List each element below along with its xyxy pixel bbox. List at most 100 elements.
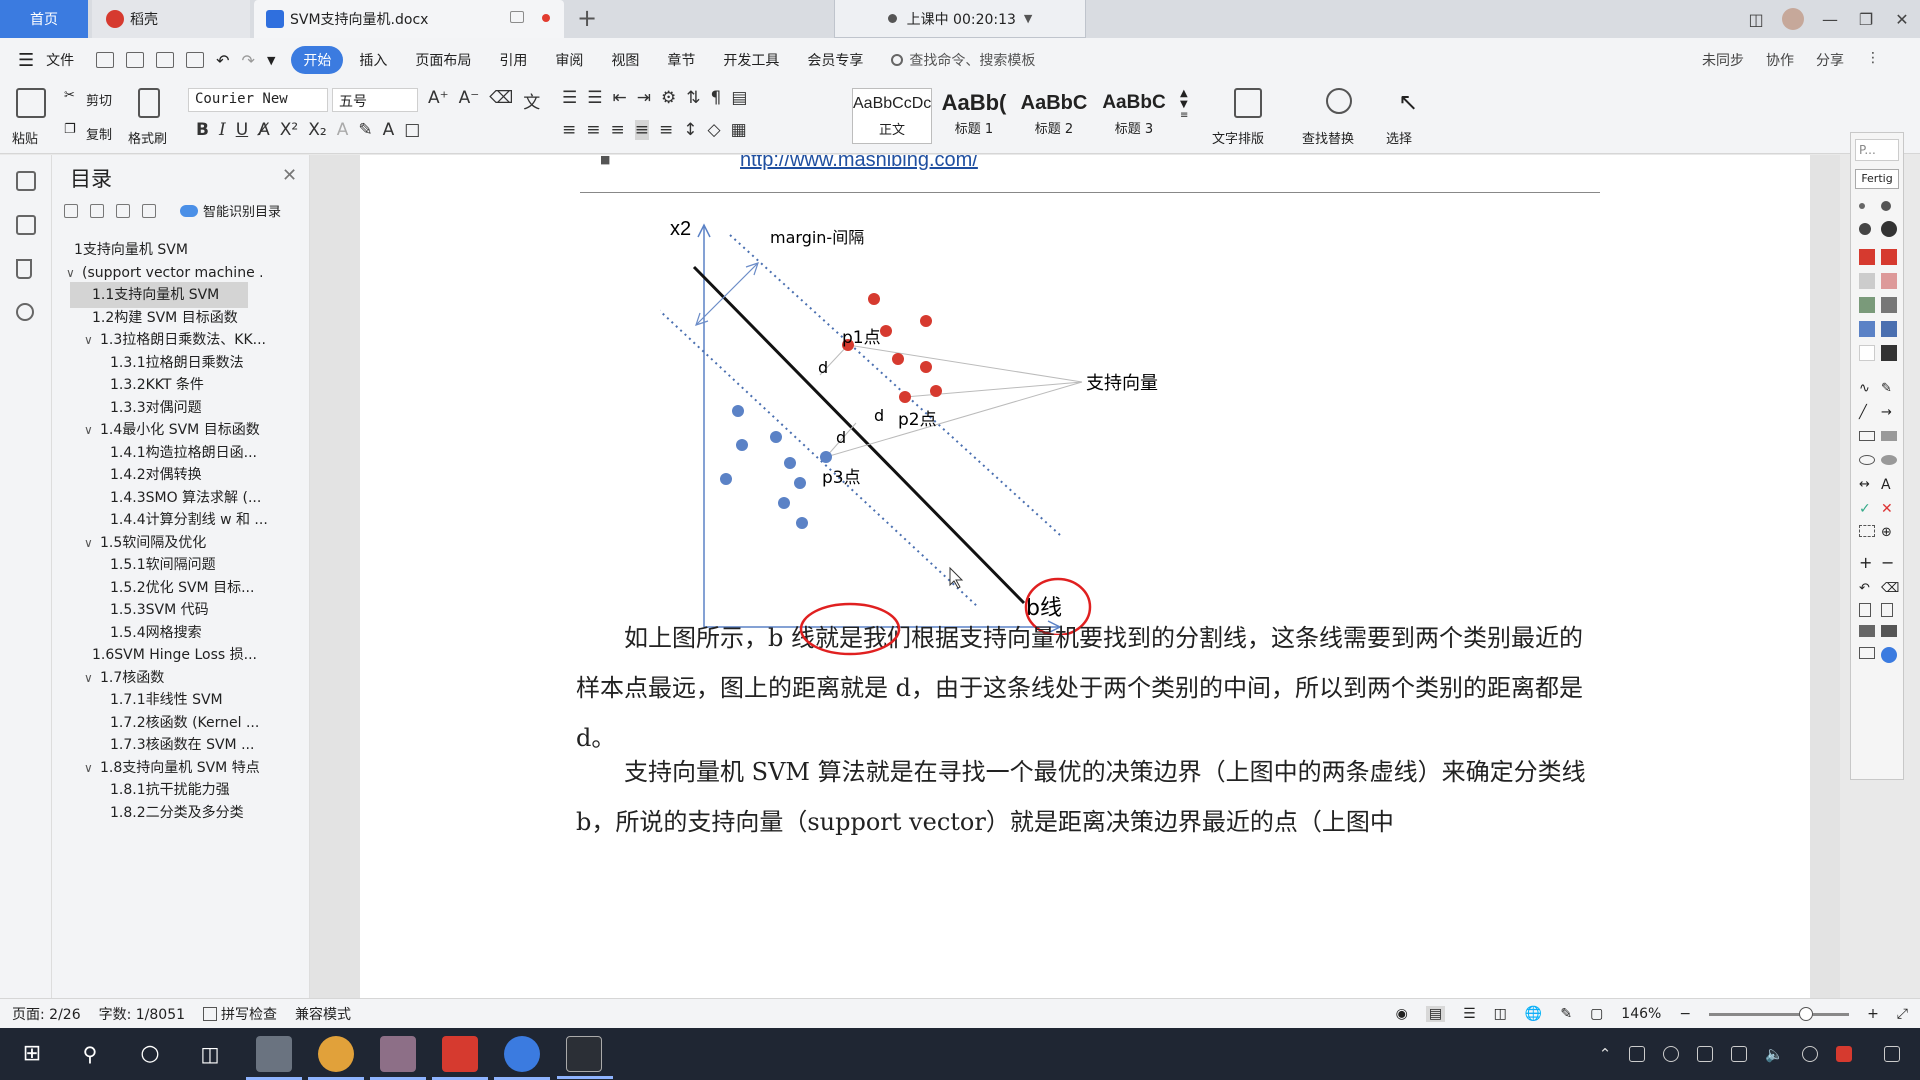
crop-icon[interactable] (1859, 525, 1875, 537)
font-color-icon[interactable]: A (383, 120, 395, 140)
decrease-indent-icon[interactable]: ⇤ (613, 88, 627, 108)
spellcheck-icon[interactable] (203, 1006, 218, 1021)
bullets-icon[interactable]: ☰ (562, 88, 577, 108)
restore-button[interactable]: ❐ (1848, 10, 1884, 29)
white-pen-icon[interactable] (1859, 345, 1875, 361)
black-swatch-icon[interactable] (1881, 345, 1897, 361)
quick-access-dropdown-icon[interactable]: ▼ (267, 54, 275, 67)
subscript-icon[interactable]: X₂ (308, 120, 326, 140)
close-button[interactable]: ✕ (1884, 10, 1920, 29)
borders-icon[interactable]: ▦ (731, 120, 747, 140)
export-pdf-icon[interactable] (126, 52, 145, 68)
green-pen-icon[interactable] (1859, 297, 1875, 313)
undo-icon[interactable]: ↶ (216, 51, 229, 70)
clear-format-icon[interactable]: ⌫ (489, 88, 513, 113)
toc-panel-icon[interactable] (16, 171, 36, 191)
sync-button[interactable]: 未同步 (1702, 50, 1744, 70)
tab-dake[interactable]: 稻壳 (92, 0, 250, 38)
line-tool-icon[interactable]: ╱ (1859, 405, 1875, 421)
share-button[interactable]: 分享 (1816, 50, 1844, 70)
style-heading-1[interactable]: AaBb( 标题 1 (934, 88, 1014, 144)
fit-page-icon[interactable]: ▢ (1590, 1006, 1603, 1022)
medium-dot-icon[interactable] (1881, 201, 1891, 211)
plus-icon[interactable]: + (1859, 553, 1875, 572)
chinese-layout-icon[interactable]: ⚙ (661, 88, 676, 108)
tab-home[interactable]: 首页 (0, 0, 88, 38)
monitor-icon[interactable] (510, 11, 524, 23)
menu-section[interactable]: 章节 (655, 46, 707, 74)
pen-preset-box[interactable]: P... (1855, 139, 1899, 161)
check-icon[interactable]: ✓ (1859, 501, 1875, 517)
wps-icon[interactable] (432, 1036, 488, 1080)
blue-swatch-icon[interactable] (1881, 321, 1897, 337)
numbering-icon[interactable]: ☰ (587, 88, 602, 108)
style-heading-2[interactable]: AaBbC 标题 2 (1014, 88, 1094, 144)
undo-icon[interactable]: ↶ (1859, 581, 1875, 597)
double-arrow-icon[interactable]: ↔ (1859, 477, 1875, 493)
word-count[interactable]: 字数: 1/8051 (99, 1004, 185, 1024)
blue-pen-icon[interactable] (1859, 321, 1875, 337)
minus-icon[interactable]: − (1881, 553, 1897, 572)
format-painter-button[interactable]: 格式刷 (128, 128, 167, 147)
zoom-tool-icon[interactable]: ⊕ (1881, 525, 1897, 541)
page-indicator[interactable]: 页面: 2/26 (12, 1004, 81, 1024)
chevron-down-icon[interactable]: ∨ (84, 333, 93, 347)
outline-view-icon[interactable]: ☰ (1463, 1006, 1476, 1022)
filled-rect-tool-icon[interactable] (1881, 431, 1897, 441)
thin-dot-icon[interactable] (1859, 203, 1865, 209)
settings-icon[interactable] (1859, 647, 1875, 659)
tray-close-icon[interactable] (1802, 1046, 1818, 1062)
ruler-icon[interactable]: ▤ (731, 88, 747, 108)
cortana-icon[interactable]: ○ (132, 1036, 168, 1072)
remove-heading-icon[interactable] (142, 203, 156, 218)
chevron-down-icon[interactable]: ∨ (66, 266, 75, 280)
gray-swatch-icon[interactable] (1881, 297, 1897, 313)
text-layout-icon[interactable] (1234, 88, 1262, 118)
italic-icon[interactable]: I (219, 120, 226, 140)
format-painter-icon[interactable] (138, 88, 160, 118)
avatar[interactable] (1782, 8, 1804, 30)
bold-icon[interactable]: B (196, 120, 209, 140)
print-icon[interactable] (156, 52, 175, 68)
wps-tray-icon[interactable] (1836, 1046, 1852, 1062)
align-left-icon[interactable]: ≡ (562, 120, 576, 140)
battery-icon[interactable] (1697, 1046, 1714, 1062)
zoom-level[interactable]: 146% (1621, 1006, 1661, 1022)
collaborate-button[interactable]: 协作 (1766, 50, 1794, 70)
select-cursor-icon[interactable]: ↖ (1398, 88, 1418, 116)
zoom-out-icon[interactable]: − (1679, 1006, 1691, 1022)
copy-icon[interactable]: ❐ (64, 122, 76, 137)
tab-document[interactable]: SVM支持向量机.docx (254, 0, 564, 38)
menu-view[interactable]: 视图 (599, 46, 651, 74)
more-icon[interactable]: ⋮ (1866, 50, 1880, 70)
page-view-icon[interactable]: ▤ (1425, 1006, 1446, 1022)
print-icon[interactable] (1859, 625, 1875, 637)
notification-icon[interactable] (1884, 1046, 1900, 1062)
screen-tool-icon[interactable] (370, 1036, 426, 1080)
align-right-icon[interactable]: ≡ (611, 120, 625, 140)
shrink-font-icon[interactable]: A⁻ (459, 88, 480, 113)
zoom-in-icon[interactable]: + (1867, 1006, 1879, 1022)
menu-page-layout[interactable]: 页面布局 (403, 46, 483, 74)
reading-view-icon[interactable]: ◫ (1494, 1006, 1507, 1022)
menu-review[interactable]: 审阅 (543, 46, 595, 74)
redo-icon[interactable]: ↷ (242, 51, 255, 70)
bookmark-icon[interactable] (16, 259, 32, 279)
video-app-icon[interactable] (494, 1036, 550, 1080)
red-pen-icon[interactable] (1859, 249, 1875, 265)
zoom-slider[interactable] (1709, 1006, 1850, 1021)
menu-file[interactable]: 文件 (34, 46, 86, 74)
search-icon[interactable]: ⚲ (72, 1036, 108, 1072)
menu-developer[interactable]: 开发工具 (711, 46, 791, 74)
document-page[interactable]: ■ http://www.mashibing.com/ x2 x1 margin… (360, 155, 1810, 998)
freehand-icon[interactable]: ∿ (1859, 381, 1875, 397)
windows-start-icon[interactable]: ⊞ (14, 1036, 50, 1072)
menu-references[interactable]: 引用 (487, 46, 539, 74)
shading-icon[interactable]: ◇ (708, 120, 721, 140)
chrome-icon[interactable] (308, 1036, 364, 1080)
chevron-down-icon[interactable]: ∨ (84, 761, 93, 775)
chevron-down-icon[interactable]: ∨ (84, 536, 93, 550)
select-button[interactable]: 选择 (1386, 128, 1412, 147)
chevron-down-icon[interactable]: ∨ (84, 423, 93, 437)
save-icon[interactable] (1881, 625, 1897, 637)
